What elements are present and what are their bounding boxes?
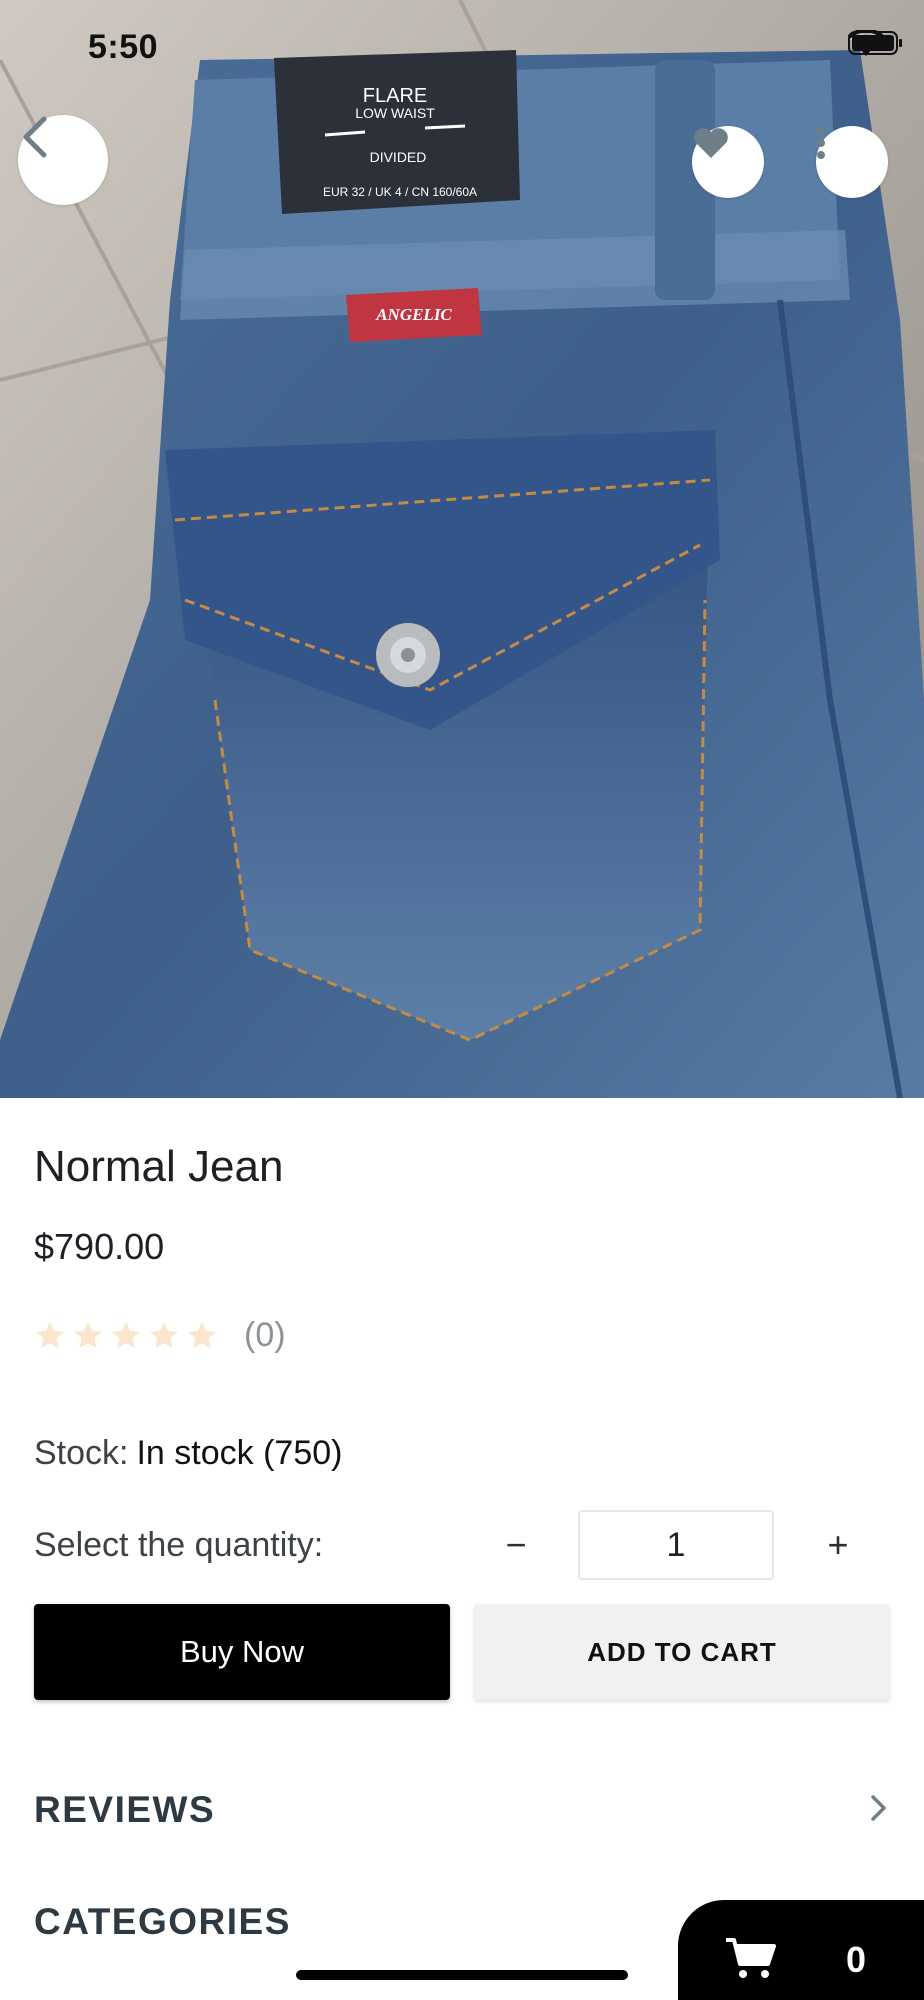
add-to-cart-button[interactable]: ADD TO CART (474, 1604, 890, 1700)
favorite-button[interactable] (692, 126, 764, 198)
categories-heading: CATEGORIES (34, 1901, 291, 1942)
star-icon (74, 1321, 102, 1348)
cart-count: 0 (846, 1939, 867, 1980)
home-indicator (296, 1970, 628, 1980)
tag-line2: LOW WAIST (355, 105, 435, 121)
star-icon (112, 1321, 140, 1348)
label-patch: ANGELIC (375, 305, 452, 324)
jeans-photo: FLARE LOW WAIST DIVIDED EUR 32 / UK 4 / … (0, 0, 924, 1098)
cart-button[interactable]: 0 (678, 1900, 924, 2000)
tag-line1: FLARE (363, 85, 427, 107)
tag-size: EUR 32 / UK 4 / CN 160/60A (323, 185, 477, 199)
back-button[interactable] (18, 115, 108, 205)
status-time: 5:50 (88, 28, 159, 66)
rating[interactable]: (0) (34, 1316, 286, 1355)
reviews-heading: REVIEWS (34, 1789, 216, 1830)
quantity-label: Select the quantity: (34, 1526, 324, 1564)
chevron-right-icon (868, 1793, 890, 1828)
more-options-button[interactable] (816, 126, 888, 198)
product-title: Normal Jean (34, 1142, 284, 1191)
rating-count: (0) (244, 1316, 286, 1354)
quantity-decrease-button[interactable]: − (486, 1510, 546, 1580)
stock-value: In stock (750) (136, 1434, 343, 1472)
star-icon (36, 1321, 64, 1348)
product-image: FLARE LOW WAIST DIVIDED EUR 32 / UK 4 / … (0, 0, 924, 1098)
reviews-section-row[interactable]: REVIEWS (34, 1780, 890, 1840)
star-icon (150, 1321, 178, 1348)
buy-now-button[interactable]: Buy Now (34, 1604, 450, 1700)
stock-info: Stock: In stock (750) (34, 1434, 342, 1473)
quantity-input[interactable]: 1 (578, 1510, 774, 1580)
tag-brand: DIVIDED (370, 149, 427, 165)
stock-label: Stock: (34, 1434, 129, 1472)
quantity-increase-button[interactable]: + (808, 1510, 868, 1580)
product-price: $790.00 (34, 1226, 165, 1267)
rating-stars (34, 1320, 218, 1352)
star-icon (188, 1321, 216, 1348)
cart-icon (724, 1936, 776, 1985)
